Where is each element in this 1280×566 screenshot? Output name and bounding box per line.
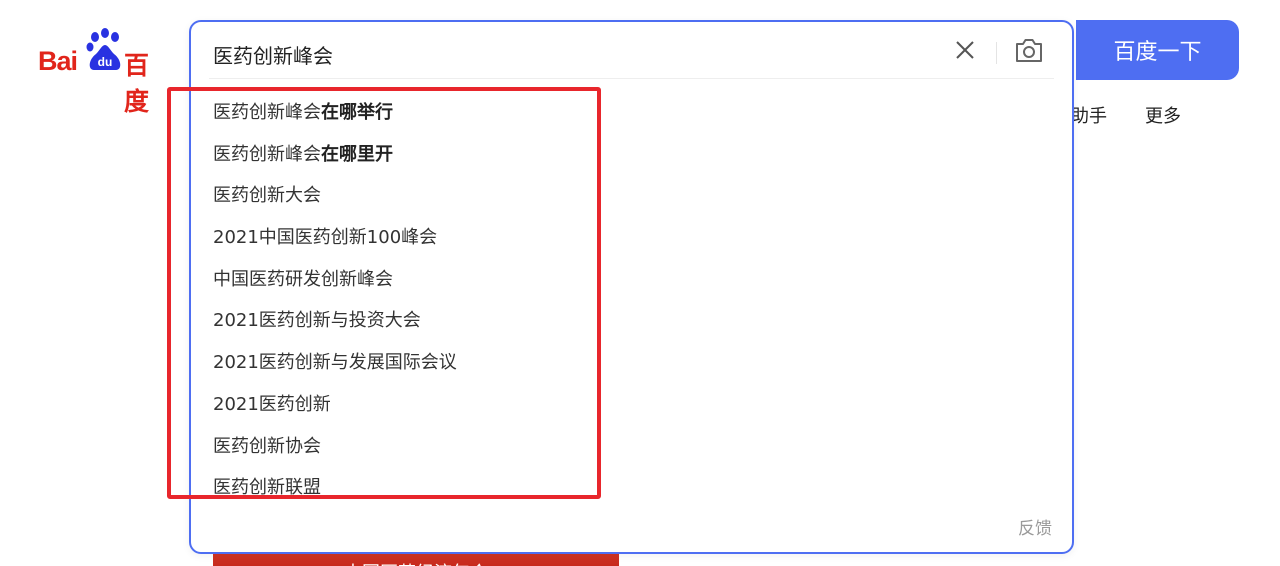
result-thumbnail-text: 中国医药经济年会	[213, 554, 619, 566]
search-page: Bai du 百度 i 助手 更多 百度一下 中国医药经济年会	[0, 0, 1280, 566]
suggestion-query-text: 2021医药创新与发展国际会议	[213, 352, 457, 374]
suggestion-item[interactable]: 2021中国医药创新100峰会	[191, 217, 1072, 259]
suggestion-query-text: 医药创新峰会	[213, 102, 321, 123]
feedback-link[interactable]: 反馈	[1018, 514, 1052, 539]
input-divider	[209, 78, 1054, 79]
suggestion-item[interactable]: 医药创新大会	[191, 175, 1072, 217]
suggestion-item[interactable]: 医药创新联盟	[191, 467, 1072, 497]
suggestion-query-text: 2021医药创新与投资大会	[213, 310, 421, 332]
suggestion-item[interactable]: 医药创新峰会在哪里开	[191, 134, 1072, 176]
suggestion-suffix-text: 在哪里开	[321, 143, 393, 165]
baidu-paw-icon: du	[86, 28, 121, 70]
logo-text-latin: Bai	[38, 46, 78, 76]
header-links: i 助手 更多	[1060, 100, 1181, 130]
suggestion-query-text: 2021医药创新	[213, 393, 331, 415]
suggestion-list: 医药创新峰会在哪举行 医药创新峰会在哪里开 医药创新大会 2021中国医药创新100峰…	[191, 92, 1072, 497]
suggestion-item[interactable]: 中国医药研发创新峰会	[191, 259, 1072, 301]
logo-text-chinese: 百度	[124, 51, 149, 116]
search-dropdown: 医药创新峰会在哪举行医药创新峰会在哪里开医药创新大会2021中国医药创新100峰…	[189, 20, 1074, 554]
search-button[interactable]: 百度一下	[1076, 20, 1239, 80]
clear-icon[interactable]	[951, 36, 979, 64]
suggestion-item[interactable]: 2021医药创新与投资大会	[191, 300, 1072, 342]
suggestion-item[interactable]: 医药创新峰会在哪举行	[191, 92, 1072, 134]
suggestion-query-text: 医药创新峰会	[213, 143, 321, 165]
assistant-link[interactable]: 助手	[1071, 102, 1107, 128]
suggestion-item[interactable]: 2021医药创新与发展国际会议	[191, 342, 1072, 384]
camera-icon[interactable]	[1013, 35, 1045, 65]
suggestion-item[interactable]: 医药创新协会	[191, 426, 1072, 468]
suggestion-query-text: 中国医药研发创新峰会	[213, 268, 393, 290]
more-link[interactable]: 更多	[1145, 102, 1181, 128]
toolbar-divider	[996, 42, 997, 64]
baidu-logo[interactable]: Bai du 百度	[38, 24, 168, 116]
suggestion-query-text: 2021中国医药创新100峰会	[213, 227, 438, 249]
search-input[interactable]	[213, 36, 933, 72]
suggestion-query-text: 医药创新大会	[213, 185, 321, 207]
suggestion-suffix-text: 在哪举行	[321, 102, 393, 123]
paw-text: du	[98, 55, 113, 69]
suggestion-query-text: 医药创新联盟	[213, 477, 321, 497]
suggestion-query-text: 医药创新协会	[213, 435, 321, 457]
suggestion-item[interactable]: 2021医药创新	[191, 384, 1072, 426]
